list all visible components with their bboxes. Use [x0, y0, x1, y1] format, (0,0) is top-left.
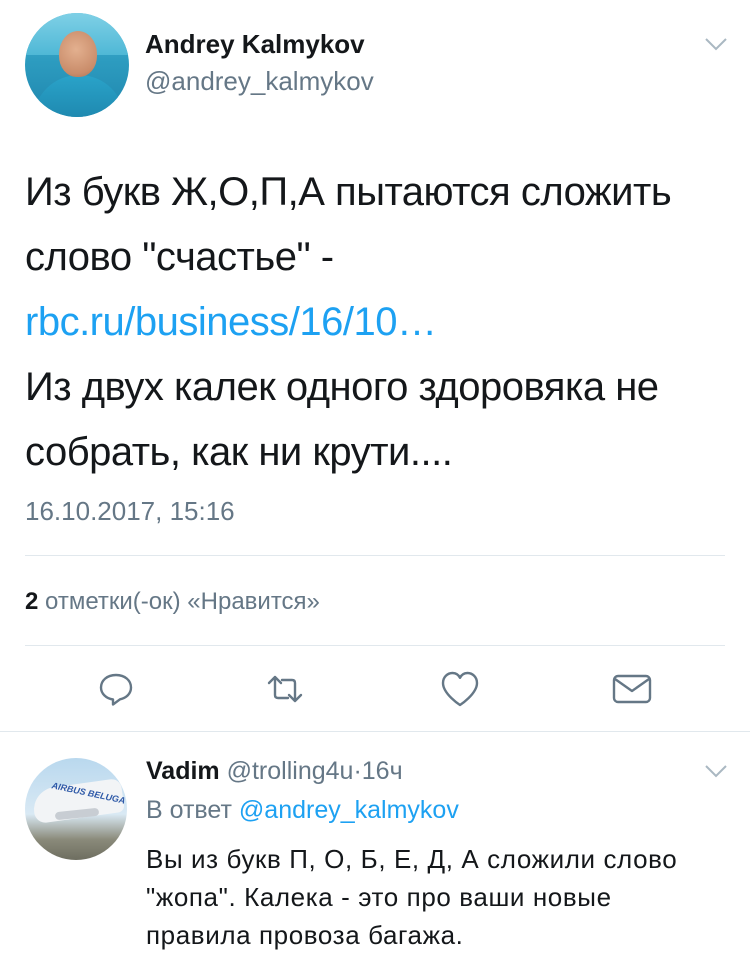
- avatar-face: [59, 31, 97, 77]
- likes-label: отметки(-ок) «Нравится»: [45, 588, 320, 615]
- direct-message-button[interactable]: [610, 667, 654, 711]
- likes-count: 2: [25, 588, 39, 615]
- reply-author-avatar[interactable]: AIRBUS BELUGA: [25, 758, 127, 860]
- retweet-icon: [267, 675, 303, 703]
- divider: [25, 645, 725, 646]
- reply-author-name[interactable]: Vadim: [146, 757, 220, 785]
- in-reply-mention[interactable]: @andrey_kalmykov: [239, 796, 459, 824]
- like-button[interactable]: [438, 667, 482, 711]
- likes-summary[interactable]: 2 отметки(-ок) «Нравится»: [25, 588, 320, 616]
- envelope-icon: [612, 674, 652, 704]
- reply-time[interactable]: 16ч: [362, 757, 403, 785]
- tweet-text-part1: Из букв Ж,О,П,А пытаются сложить слово "…: [25, 170, 672, 279]
- retweet-button[interactable]: [263, 667, 307, 711]
- like-icon: [441, 671, 479, 707]
- divider: [25, 555, 725, 556]
- tweet-timestamp: 16.10.2017, 15:16: [25, 496, 235, 526]
- reply-icon: [99, 673, 133, 706]
- reply-button[interactable]: [94, 667, 138, 711]
- tweet-text-part2: Из двух калек одного здоровяка не собрат…: [25, 365, 659, 474]
- in-reply-to: В ответ @andrey_kalmykov: [146, 796, 459, 825]
- author-avatar[interactable]: [25, 13, 129, 117]
- tweet-link[interactable]: rbc.ru/business/16/10…: [25, 300, 437, 344]
- reply-header: Vadim @trolling4u·16ч: [146, 757, 403, 786]
- tweet-separator: [0, 731, 750, 732]
- avatar-shirt: [33, 75, 125, 117]
- reply-author-handle[interactable]: @trolling4u: [227, 757, 354, 785]
- tweet-text: Из букв Ж,О,П,А пытаются сложить слово "…: [25, 160, 715, 485]
- author-handle[interactable]: @andrey_kalmykov: [145, 66, 374, 97]
- chevron-down-icon[interactable]: [704, 37, 728, 51]
- reply-separator-dot: ·: [353, 757, 362, 785]
- reply-text: Вы из букв П, О, Б, Е, Д, А сложили слов…: [146, 844, 678, 950]
- chevron-down-icon[interactable]: [704, 764, 728, 778]
- author-name[interactable]: Andrey Kalmykov: [145, 29, 365, 60]
- in-reply-prefix: В ответ: [146, 796, 232, 824]
